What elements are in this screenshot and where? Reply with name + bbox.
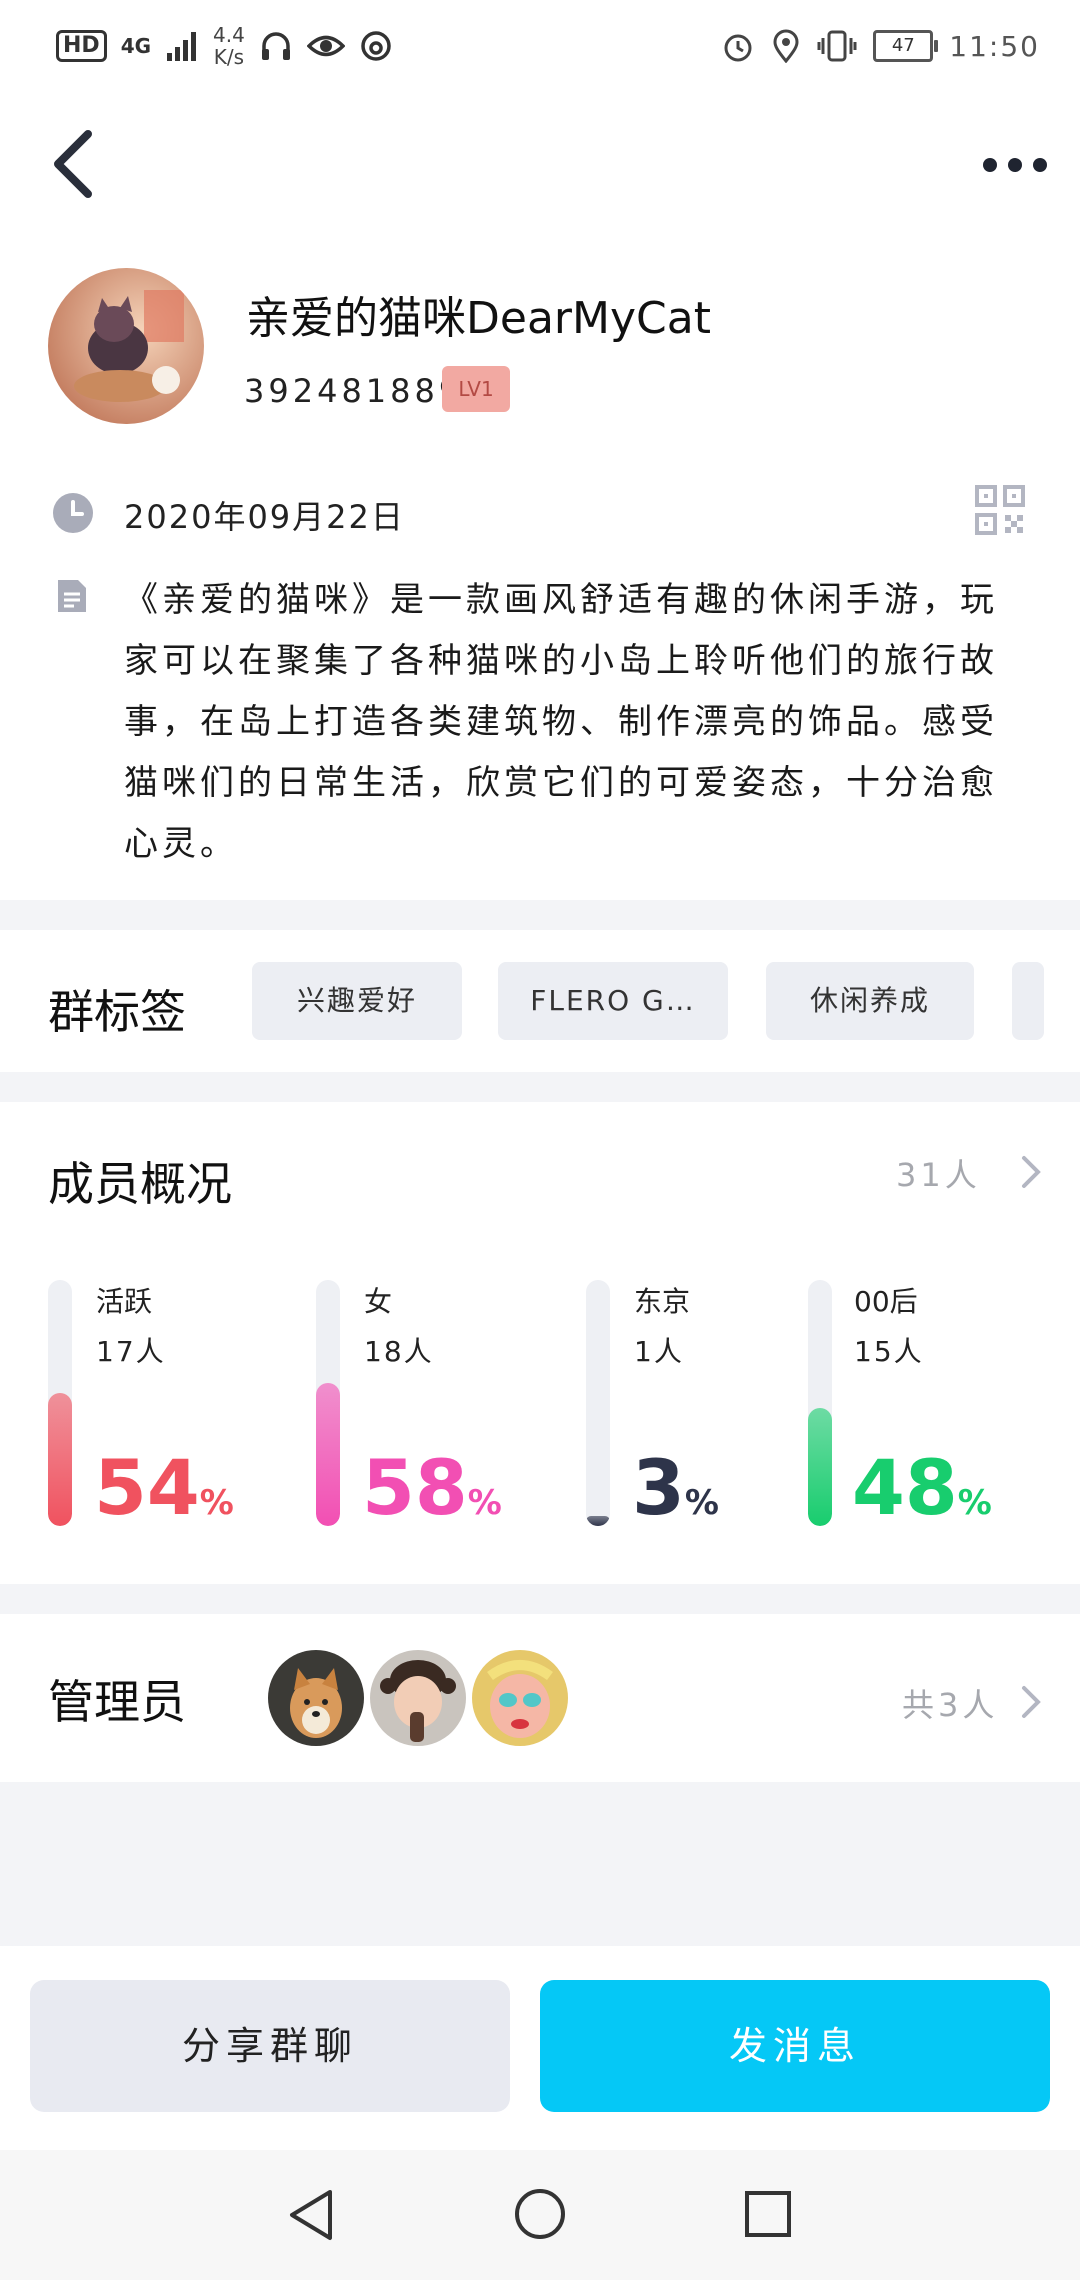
stat-count: 1人 [634, 1335, 684, 1368]
created-date: 2020年09月22日 [124, 498, 405, 536]
percent-sign: % [684, 1483, 719, 1523]
age-bar [808, 1280, 832, 1526]
chevron-right-icon[interactable] [1020, 1684, 1042, 1720]
stat-percent-value: 48 [852, 1443, 958, 1532]
member-total[interactable]: 31人 [896, 1150, 981, 1196]
empty-area [0, 1782, 1080, 1946]
stat-label: 东京 [634, 1285, 691, 1318]
more-options-icon[interactable] [980, 150, 1050, 180]
status-bar: HD 4G 4.4 K/s 47 11:50 [0, 0, 1080, 92]
female-bar [316, 1280, 340, 1526]
tags-section-title: 群标签 [48, 985, 186, 1039]
hd-badge: HD [56, 30, 107, 62]
location-bar [586, 1280, 610, 1526]
tag-chip[interactable]: 休闲养成 [766, 962, 974, 1040]
stat-percent-value: 3 [632, 1443, 685, 1532]
stat-label: 女 [364, 1285, 393, 1318]
tag-chip[interactable]: 兴趣爱好 [252, 962, 462, 1040]
section-divider [0, 900, 1080, 930]
admin-avatar[interactable] [472, 1650, 568, 1746]
stat-percent: 54% [94, 1444, 234, 1547]
active-bar-fill [48, 1393, 72, 1526]
speed-unit: K/s [213, 45, 245, 69]
age-bar-fill [808, 1407, 832, 1526]
section-divider [0, 1584, 1080, 1614]
members-section-title: 成员概况 [48, 1157, 232, 1211]
share-group-button[interactable]: 分享群聊 [30, 1980, 510, 2112]
stat-percent: 58% [362, 1444, 502, 1547]
level-badge: LV1 [442, 366, 510, 412]
stat-percent: 48% [852, 1444, 992, 1547]
section-divider [0, 1072, 1080, 1102]
admin-avatar[interactable] [370, 1650, 466, 1746]
sync-icon [361, 31, 391, 61]
signal-icon [167, 32, 197, 61]
stat-percent-value: 58 [362, 1443, 468, 1532]
admins-section-title: 管理员 [48, 1675, 186, 1729]
status-right: 47 11:50 [721, 22, 1040, 70]
female-bar-fill [316, 1383, 340, 1526]
stat-count: 17人 [96, 1335, 166, 1368]
qr-code-icon[interactable] [974, 484, 1026, 536]
stat-count: 18人 [364, 1335, 434, 1368]
tag-chip[interactable]: FLERO G… [498, 962, 728, 1040]
network-type: 4G [120, 34, 152, 58]
admin-avatar[interactable] [268, 1650, 364, 1746]
alarm-icon [724, 34, 752, 62]
network-speed: 4.4 K/s [213, 24, 245, 68]
headset-icon [261, 32, 290, 60]
group-name: 亲爱的猫咪DearMyCat [246, 293, 711, 344]
nav-home-icon[interactable] [514, 2188, 566, 2240]
stat-count: 15人 [854, 1335, 924, 1368]
speed-value: 4.4 [213, 23, 245, 47]
stat-label: 00后 [854, 1285, 918, 1318]
location-icon [773, 29, 799, 63]
eye-icon [306, 35, 345, 57]
status-left: HD 4G 4.4 K/s [56, 22, 393, 70]
percent-sign: % [467, 1483, 502, 1523]
document-icon [58, 580, 86, 612]
stat-label: 活跃 [96, 1285, 153, 1318]
send-message-button[interactable]: 发消息 [540, 1980, 1050, 2112]
nav-back-icon[interactable] [286, 2188, 336, 2242]
group-id: 392481889 [244, 372, 464, 410]
chevron-right-icon[interactable] [1020, 1154, 1042, 1190]
back-arrow-icon[interactable] [44, 124, 104, 204]
admin-count[interactable]: 共3人 [902, 1680, 998, 1726]
nav-recents-icon[interactable] [744, 2190, 792, 2238]
stat-percent: 3% [632, 1444, 719, 1547]
battery-indicator: 47 [873, 30, 939, 62]
stat-percent-value: 54 [94, 1443, 200, 1532]
percent-sign: % [199, 1483, 234, 1523]
clock-icon [53, 493, 93, 533]
vibrate-icon [817, 30, 857, 62]
active-bar [48, 1280, 72, 1526]
location-bar-fill [586, 1516, 610, 1526]
group-description: 《亲爱的猫咪》是一款画风舒适有趣的休闲手游，玩家可以在聚集了各种猫咪的小岛上聆听… [124, 580, 998, 864]
tag-chip[interactable] [1012, 962, 1044, 1040]
clock-time: 11:50 [949, 29, 1040, 63]
percent-sign: % [957, 1483, 992, 1523]
system-nav-bar [0, 2150, 1080, 2280]
group-avatar[interactable] [48, 268, 204, 424]
